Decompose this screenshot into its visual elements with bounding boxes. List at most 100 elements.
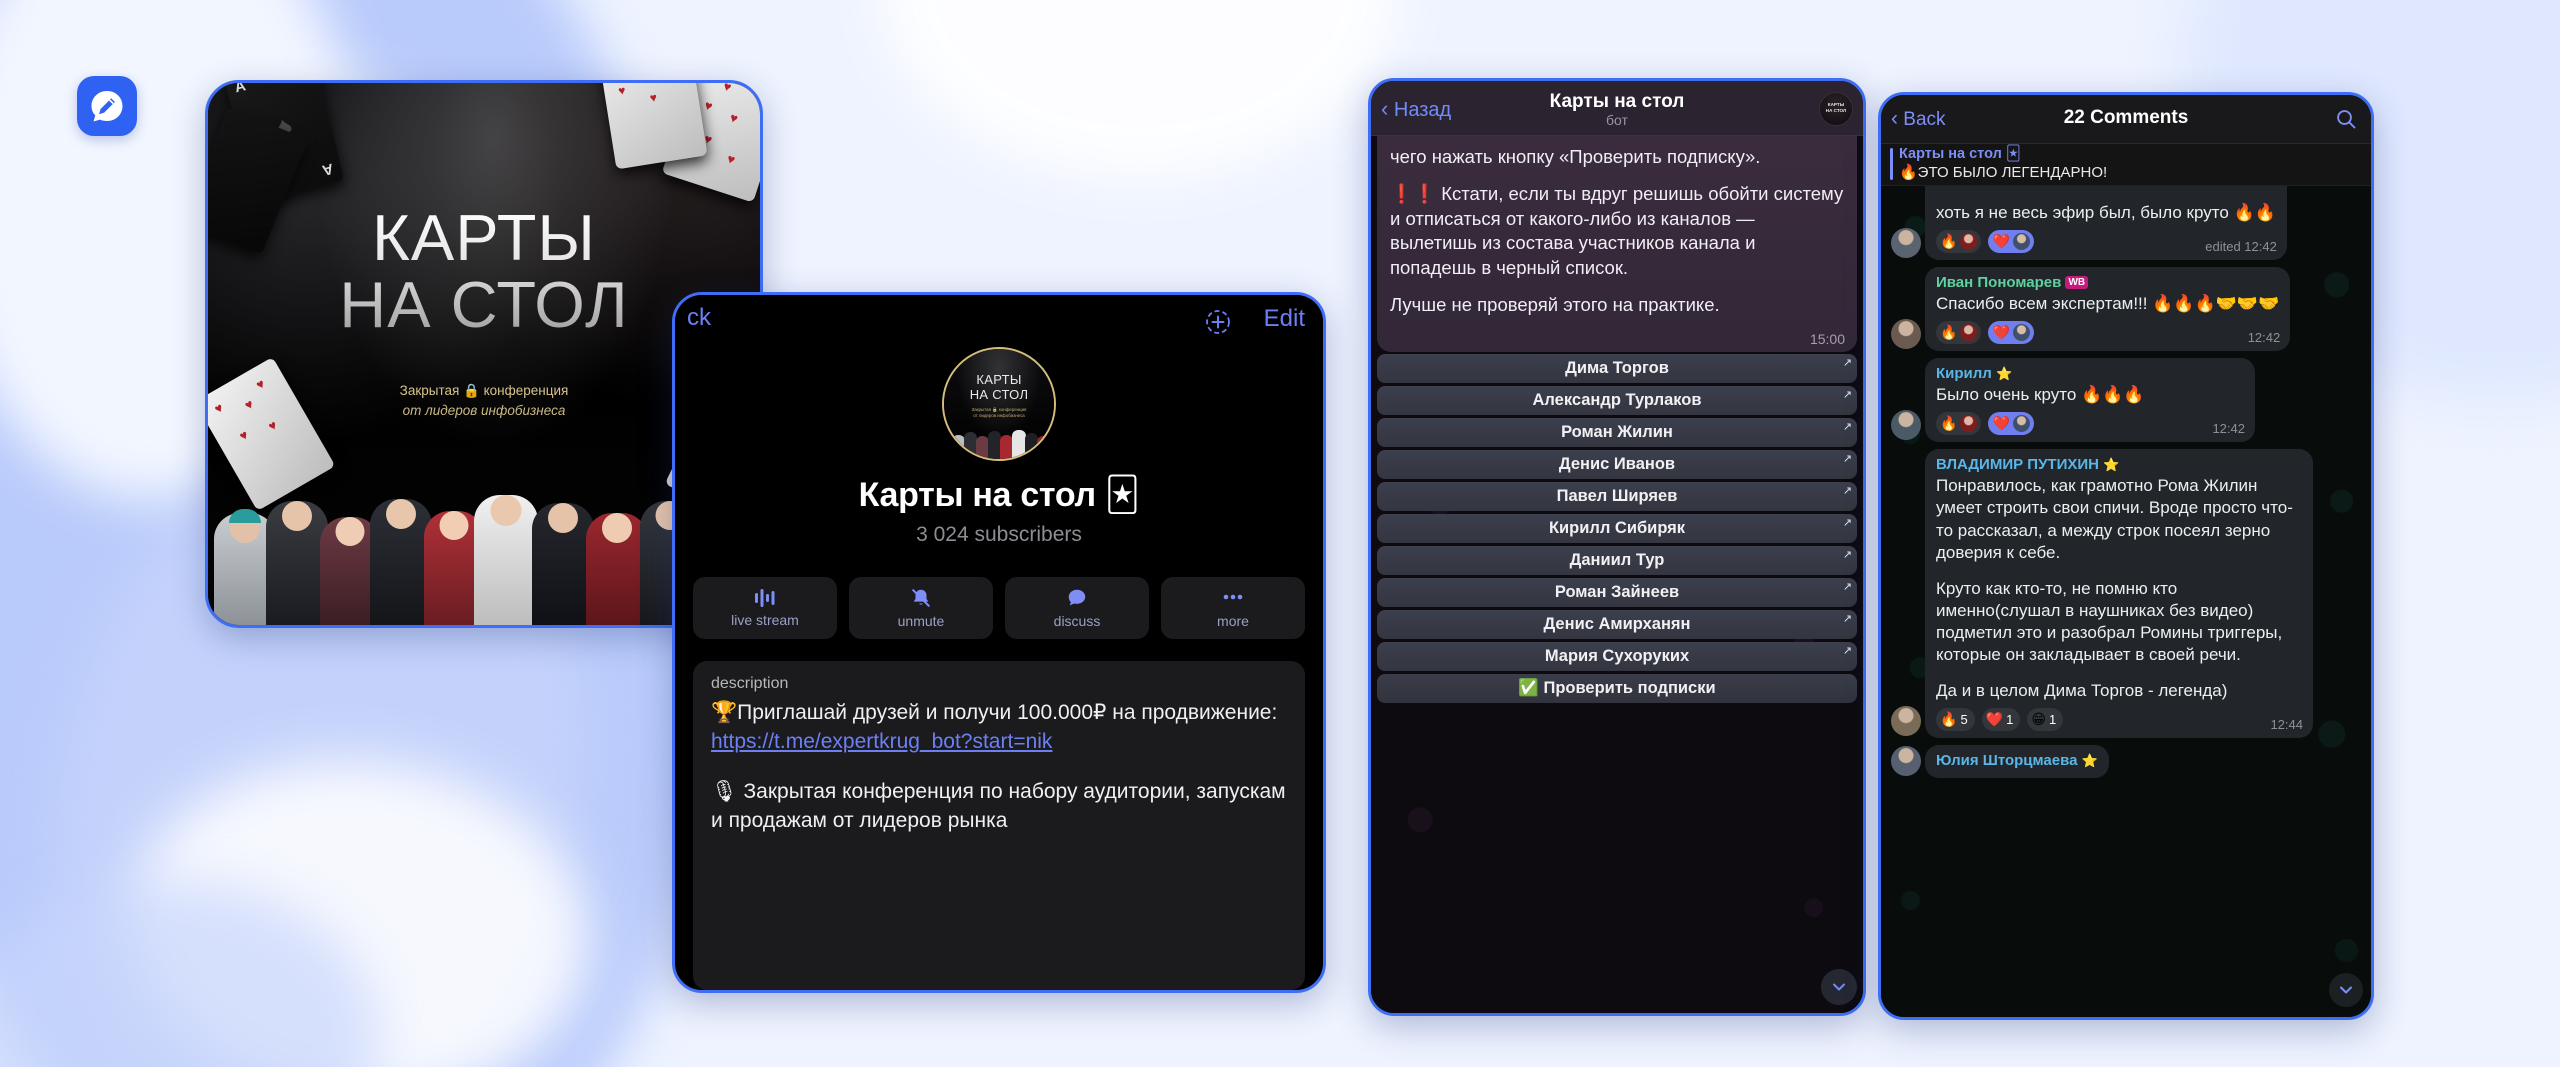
invite-bot-link[interactable]: https://t.me/expertkrug_bot?start=nik <box>711 730 1052 753</box>
chevron-down-icon <box>1833 983 1845 991</box>
pinned-message[interactable]: Карты на стол 🃏 🔥ЭТО БЫЛО ЛЕГЕНДАРНО! <box>1881 143 2371 186</box>
page-title: 22 Comments <box>2063 107 2189 128</box>
reaction-emoji: ❤️ <box>1992 324 2010 341</box>
check-subscriptions-button[interactable]: ✅ Проверить подписки <box>1377 674 1857 703</box>
external-link-arrow-icon: ↗ <box>1842 357 1852 369</box>
bot-keyboard-button-label: Денис Амирханян <box>1543 615 1691 633</box>
comment-bubble: Иван Пономарев WB Спасибо всем экспертам!… <box>1925 267 2291 352</box>
reaction-pill[interactable]: ❤️ <box>1988 412 2034 436</box>
live-stream-icon <box>755 589 775 607</box>
action-button-row: live stream unmute discuss more <box>693 577 1305 639</box>
comment-paragraph: Понравилось, как грамотно Рома Жилин уме… <box>1936 476 2293 562</box>
author-badge-icon: ⭐ <box>2081 753 2098 769</box>
reaction-pill[interactable]: 😁 1 <box>2027 708 2064 732</box>
more-button[interactable]: more <box>1161 577 1305 639</box>
external-link-arrow-icon: ↗ <box>1842 453 1852 465</box>
bot-keyboard-button-label: Денис Иванов <box>1558 455 1676 473</box>
bot-title: Карты на стол <box>1549 91 1685 112</box>
comment-item[interactable]: на рекламном рынкехоть я не весь эфир бы… <box>1891 185 2365 261</box>
add-story-icon[interactable] <box>1205 309 1231 335</box>
avatar[interactable] <box>1891 746 1921 777</box>
check-subscriptions-label: ✅ Проверить подписки <box>1518 679 1716 697</box>
bot-keyboard-button[interactable]: Мария Сухоруких ↗ <box>1377 642 1857 671</box>
bot-message-bubble: чего нажать кнопку «Проверить подписку».… <box>1377 135 1857 353</box>
comment-paragraph: Спасибо всем экспертам!!! 🔥🔥🔥🤝🤝🤝 <box>1936 294 2280 314</box>
reaction-emoji: 🔥 <box>1940 233 1958 250</box>
bot-keyboard-button-label: Мария Сухоруких <box>1544 647 1690 665</box>
bot-keyboard-button-label: Роман Жилин <box>1561 423 1673 441</box>
comment-timestamp: 12:42 <box>2212 421 2245 437</box>
reactor-avatar <box>2012 324 2030 342</box>
reaction-pill[interactable]: 🔥 <box>1936 230 1982 254</box>
channel-avatar[interactable]: КАРТЫ НА СТОЛ Закрытая 🔒 конференция от … <box>942 347 1056 461</box>
author-badge-icon: ⭐ <box>1996 366 2013 382</box>
comment-item[interactable]: ВЛАДИМИР ПУТИХИН ⭐ Понравилось, как грамо… <box>1891 449 2365 739</box>
reaction-row: 🔥 5 ❤️ 1 😁 1 <box>1936 708 2302 732</box>
bot-avatar[interactable]: КАРТЫ НА СТОЛ <box>1819 92 1853 126</box>
bot-keyboard-button[interactable]: Денис Иванов ↗ <box>1377 450 1857 479</box>
bot-keyboard-button[interactable]: Павел Ширяев ↗ <box>1377 482 1857 511</box>
comment-bubble: на рекламном рынкехоть я не весь эфир бы… <box>1925 185 2287 261</box>
bot-keyboard-button[interactable]: Роман Жилин ↗ <box>1377 418 1857 447</box>
edit-button[interactable]: Edit <box>1264 305 1305 333</box>
bot-keyboard-button[interactable]: Александр Турлаков ↗ <box>1377 386 1857 415</box>
unmute-button[interactable]: unmute <box>849 577 993 639</box>
comment-paragraph: Было очень круто 🔥🔥🔥 <box>1936 385 2145 405</box>
avatar[interactable] <box>1891 706 1921 737</box>
bot-navbar: ‹ Назад Карты на стол бот КАРТЫ НА СТОЛ <box>1371 81 1863 136</box>
comment-author[interactable]: Юлия Шторцмаева ⭐ <box>1936 752 2098 769</box>
reaction-pill[interactable]: ❤️ <box>1988 321 2034 345</box>
reaction-row: 🔥 ❤️ <box>1936 412 2244 436</box>
external-link-arrow-icon: ↗ <box>1842 581 1852 593</box>
description-card: description 🏆Приглашай друзей и получи 1… <box>693 661 1305 990</box>
back-button[interactable]: ck <box>687 304 711 332</box>
message-timestamp: 15:00 <box>1809 331 1845 348</box>
avatar[interactable] <box>1891 410 1921 441</box>
bot-keyboard-button-label: Даниил Тур <box>1569 551 1665 569</box>
comment-item[interactable]: Юлия Шторцмаева ⭐ <box>1891 745 2365 779</box>
comment-author[interactable]: ВЛАДИМИР ПУТИХИН ⭐ <box>1936 456 2302 473</box>
live-stream-button[interactable]: live stream <box>693 577 837 639</box>
discuss-label: discuss <box>1053 613 1101 629</box>
scroll-to-bottom-button[interactable] <box>2329 973 2363 1007</box>
bot-keyboard-button[interactable]: Кирилл Сибиряк ↗ <box>1377 514 1857 543</box>
comment-author[interactable]: Иван Пономарев WB <box>1936 274 2279 291</box>
search-icon[interactable] <box>2335 108 2357 130</box>
bot-keyboard-button[interactable]: Денис Амирханян ↗ <box>1377 610 1857 639</box>
bot-keyboard-button-label: Александр Турлаков <box>1532 391 1702 409</box>
comment-paragraph: Круто как кто-то, не помню кто именно(сл… <box>1936 578 2283 665</box>
bot-keyboard-button[interactable]: Дима Торгов ↗ <box>1377 354 1857 383</box>
avatar[interactable] <box>1891 228 1921 259</box>
bot-inline-keyboard: Дима Торгов ↗ Александр Турлаков ↗ Роман Жил… <box>1377 354 1857 706</box>
reaction-pill[interactable]: ❤️ <box>1988 230 2034 254</box>
description-text-2: 🎙 Закрытая конференция по набору аудитор… <box>711 780 1286 832</box>
discuss-button[interactable]: discuss <box>1005 577 1149 639</box>
scroll-to-bottom-button[interactable] <box>1821 969 1857 1005</box>
comments-panel: ‹ Back 22 Comments Карты на стол 🃏 🔥ЭТО … <box>1878 92 2374 1020</box>
bot-subtitle: бот <box>1606 112 1628 128</box>
reactor-avatar <box>1960 415 1978 433</box>
external-link-arrow-icon: ↗ <box>1842 485 1852 497</box>
reaction-count: 1 <box>2048 712 2057 728</box>
app-icon[interactable] <box>77 76 137 136</box>
comment-text: Спасибо всем экспертам!!! 🔥🔥🔥🤝🤝🤝 <box>1936 293 2279 315</box>
comment-item[interactable]: Кирилл ⭐ Было очень круто 🔥🔥🔥 🔥 ❤️ 12:42 <box>1891 358 2365 443</box>
reaction-emoji: ❤️ <box>1985 711 2004 728</box>
comment-item[interactable]: Иван Пономарев WB Спасибо всем экспертам!… <box>1891 267 2365 352</box>
comment-bubble: ВЛАДИМИР ПУТИХИН ⭐ Понравилось, как грамо… <box>1925 449 2313 739</box>
avatar[interactable] <box>1891 319 1921 350</box>
reaction-emoji: 🔥 <box>1940 324 1958 341</box>
comment-author[interactable]: Кирилл ⭐ <box>1936 365 2244 382</box>
avatar-subtitle: Закрытая 🔒 конференция от лидеров инфоби… <box>971 407 1027 418</box>
bot-keyboard-button[interactable]: Даниил Тур ↗ <box>1377 546 1857 575</box>
reaction-pill[interactable]: 🔥 <box>1936 412 1982 436</box>
bot-message-p3: Лучше не проверяй этого на практике. <box>1390 294 1720 316</box>
comments-list[interactable]: на рекламном рынкехоть я не весь эфир бы… <box>1881 185 2371 1017</box>
author-badge-icon: ⭐ <box>2103 457 2120 473</box>
reaction-pill[interactable]: ❤️ 1 <box>1981 708 2021 732</box>
reaction-pill[interactable]: 🔥 <box>1936 321 1982 345</box>
reaction-pill[interactable]: 🔥 5 <box>1936 708 1975 732</box>
bot-chat-body: чего нажать кнопку «Проверить подписку».… <box>1371 135 1863 1013</box>
external-link-arrow-icon: ↗ <box>1842 613 1852 625</box>
bot-keyboard-button[interactable]: Роман Зайнеев ↗ <box>1377 578 1857 607</box>
